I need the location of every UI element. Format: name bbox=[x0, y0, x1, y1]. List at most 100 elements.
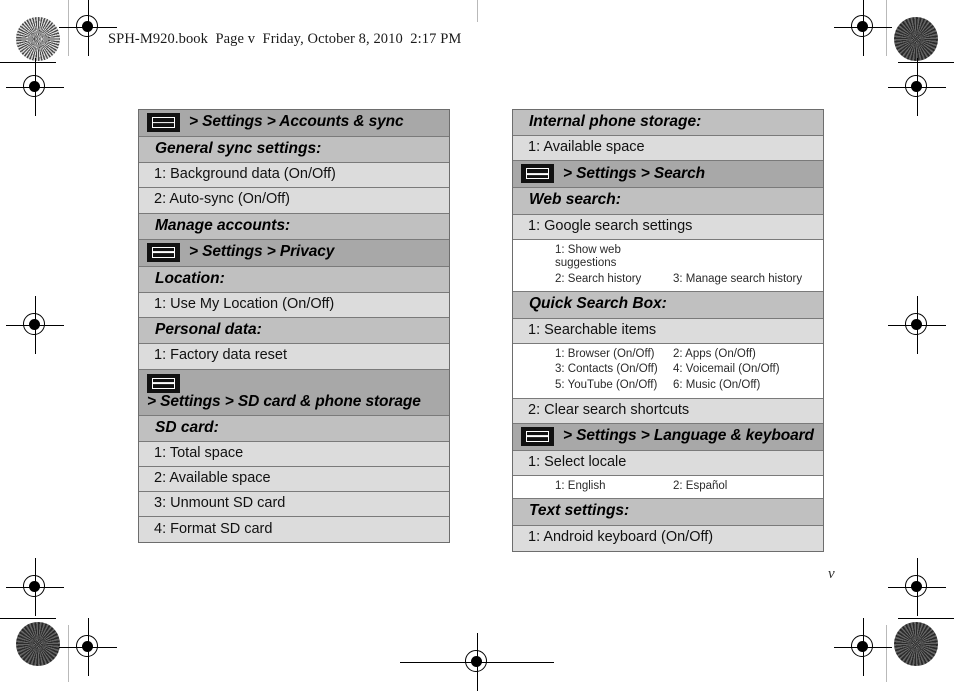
menu-item-label: 1: Background data (On/Off) bbox=[154, 166, 336, 183]
page-number: v bbox=[828, 566, 835, 582]
trim-rule-bottom-left bbox=[0, 618, 56, 619]
menu-item-label: 1: Google search settings bbox=[528, 217, 693, 234]
sub-item-row: 1: Show web suggestions 2: Search history… bbox=[513, 239, 823, 293]
menu-key-icon bbox=[147, 113, 180, 132]
registration-target-bottom-right bbox=[834, 618, 892, 676]
menu-item-label: 1: Available space bbox=[528, 139, 645, 156]
trim-line-right bbox=[886, 0, 887, 56]
menu-path-row: > Settings > Accounts & sync bbox=[139, 110, 449, 137]
menu-path-row: > Settings > Search bbox=[513, 161, 823, 189]
radial-target-bottom-left bbox=[16, 622, 60, 666]
sub-item-row: 1: English 2: Español bbox=[513, 475, 823, 500]
registration-target-left-top bbox=[6, 58, 64, 116]
sub-item-label: 1: Show web suggestions bbox=[555, 243, 621, 270]
sub-item-label: 6: Music (On/Off) bbox=[673, 378, 761, 391]
registration-target-top-right bbox=[834, 0, 892, 56]
section-header-label: General sync settings: bbox=[155, 140, 322, 157]
sub-item-grid: 1: English 2: Español bbox=[555, 480, 817, 494]
menu-item-row: 1: Use My Location (On/Off) bbox=[139, 293, 449, 319]
registration-target-bottom-left bbox=[59, 618, 117, 676]
menu-item-label: 2: Clear search shortcuts bbox=[528, 401, 690, 418]
registration-target-right-bottom bbox=[888, 558, 946, 616]
settings-table-right: Internal phone storage: 1: Available spac… bbox=[512, 109, 824, 552]
section-header-row: Manage accounts: bbox=[139, 213, 449, 240]
radial-target-top-right bbox=[894, 17, 938, 61]
registration-target-right-middle bbox=[888, 296, 946, 354]
menu-key-icon bbox=[147, 242, 180, 262]
sub-item-label: 1: English bbox=[555, 479, 606, 492]
sub-item-label: 4: Voicemail (On/Off) bbox=[673, 363, 780, 376]
trim-line-right-2 bbox=[886, 625, 887, 682]
sub-item-row: 1: Browser (On/Off) 2: Apps (On/Off) 3: Co… bbox=[513, 343, 823, 399]
sub-item-grid: 1: Browser (On/Off) 2: Apps (On/Off) 3: Co… bbox=[555, 348, 817, 393]
trim-rule-top-left bbox=[0, 62, 56, 63]
registration-target-bottom-center bbox=[400, 633, 554, 691]
menu-path-row: > Settings > SD card & phone storage bbox=[139, 369, 449, 416]
menu-path-label: > Settings > SD card & phone storage bbox=[147, 392, 421, 410]
menu-item-label: 1: Android keyboard (On/Off) bbox=[528, 529, 714, 546]
section-header-label: Manage accounts: bbox=[155, 216, 291, 234]
sub-item-label: 2: Apps (On/Off) bbox=[673, 347, 756, 360]
trim-rule-bottom-right bbox=[898, 618, 954, 619]
menu-item-label: 2: Available space bbox=[154, 470, 271, 487]
menu-item-label: 4: Format SD card bbox=[154, 520, 273, 537]
trim-rule-top-right bbox=[898, 62, 954, 63]
section-header-label: Personal data: bbox=[155, 321, 262, 339]
registration-target-left-middle bbox=[6, 296, 64, 354]
section-header-row: Quick Search Box: bbox=[513, 292, 823, 319]
radial-target-top-left bbox=[16, 17, 60, 61]
menu-item-row: 2: Auto-sync (On/Off) bbox=[139, 188, 449, 214]
menu-path-row: > Settings > Language & keyboard bbox=[513, 423, 823, 451]
section-header-row: SD card: bbox=[139, 415, 449, 443]
menu-item-row: 1: Select locale bbox=[513, 450, 823, 476]
menu-item-row: 2: Available space bbox=[139, 467, 449, 493]
trim-line-center-top bbox=[477, 0, 478, 22]
menu-path-label: > Settings > Accounts & sync bbox=[189, 113, 404, 131]
menu-key-icon bbox=[521, 164, 554, 184]
menu-item-label: 2: Auto-sync (On/Off) bbox=[154, 191, 290, 208]
section-header-label: Quick Search Box: bbox=[529, 295, 667, 313]
menu-item-label: 1: Searchable items bbox=[528, 321, 657, 338]
menu-item-label: 1: Use My Location (On/Off) bbox=[154, 296, 335, 313]
menu-item-row: 1: Searchable items bbox=[513, 318, 823, 344]
section-header-label: Internal phone storage: bbox=[529, 113, 702, 130]
menu-item-label: 1: Select locale bbox=[528, 453, 627, 470]
settings-table-left-column: > Settings > Accounts & sync General sync… bbox=[138, 109, 450, 544]
menu-item-row: 4: Format SD card bbox=[139, 517, 449, 543]
section-header-row: Internal phone storage: bbox=[513, 110, 823, 137]
settings-table-right-column: Internal phone storage: 1: Available spac… bbox=[512, 109, 824, 552]
menu-item-row: 1: Available space bbox=[513, 136, 823, 162]
section-header-row: Text settings: bbox=[513, 499, 823, 526]
sub-item-label: 2: Español bbox=[673, 479, 728, 492]
running-header: SPH-M920.book Page v Friday, October 8, … bbox=[108, 31, 462, 47]
registration-target-top-left bbox=[59, 0, 117, 56]
section-header-label: Text settings: bbox=[529, 502, 630, 520]
menu-path-label: > Settings > Privacy bbox=[189, 243, 335, 261]
section-header-row: Personal data: bbox=[139, 318, 449, 345]
trim-line-left bbox=[68, 0, 69, 56]
trim-line-left-2 bbox=[68, 625, 69, 682]
menu-path-label: > Settings > Search bbox=[563, 164, 705, 182]
registration-target-left-bottom bbox=[6, 558, 64, 616]
section-header-label: Location: bbox=[155, 269, 225, 287]
radial-target-bottom-right bbox=[894, 622, 938, 666]
menu-item-row: 1: Android keyboard (On/Off) bbox=[513, 525, 823, 551]
sub-item-label: 2: Search history bbox=[555, 272, 642, 285]
menu-path-label: > Settings > Language & keyboard bbox=[563, 427, 814, 445]
menu-item-label: 1: Total space bbox=[154, 445, 244, 462]
section-header-label: SD card: bbox=[155, 418, 219, 436]
settings-table-left: > Settings > Accounts & sync General sync… bbox=[138, 109, 450, 544]
menu-item-row: 3: Unmount SD card bbox=[139, 492, 449, 518]
sub-item-label: 5: YouTube (On/Off) bbox=[555, 378, 658, 391]
sub-item-label bbox=[673, 244, 817, 271]
menu-item-row: 1: Google search settings bbox=[513, 214, 823, 240]
section-header-row: Web search: bbox=[513, 188, 823, 215]
sub-item-label: 3: Manage search history bbox=[673, 272, 803, 285]
menu-item-row: 1: Factory data reset bbox=[139, 344, 449, 370]
section-header-row: Location: bbox=[139, 266, 449, 294]
registration-target-right-top bbox=[888, 58, 946, 116]
menu-item-row: 1: Total space bbox=[139, 442, 449, 468]
menu-key-icon bbox=[147, 373, 180, 393]
menu-item-label: 3: Unmount SD card bbox=[154, 495, 286, 512]
section-header-label: Web search: bbox=[529, 191, 621, 209]
